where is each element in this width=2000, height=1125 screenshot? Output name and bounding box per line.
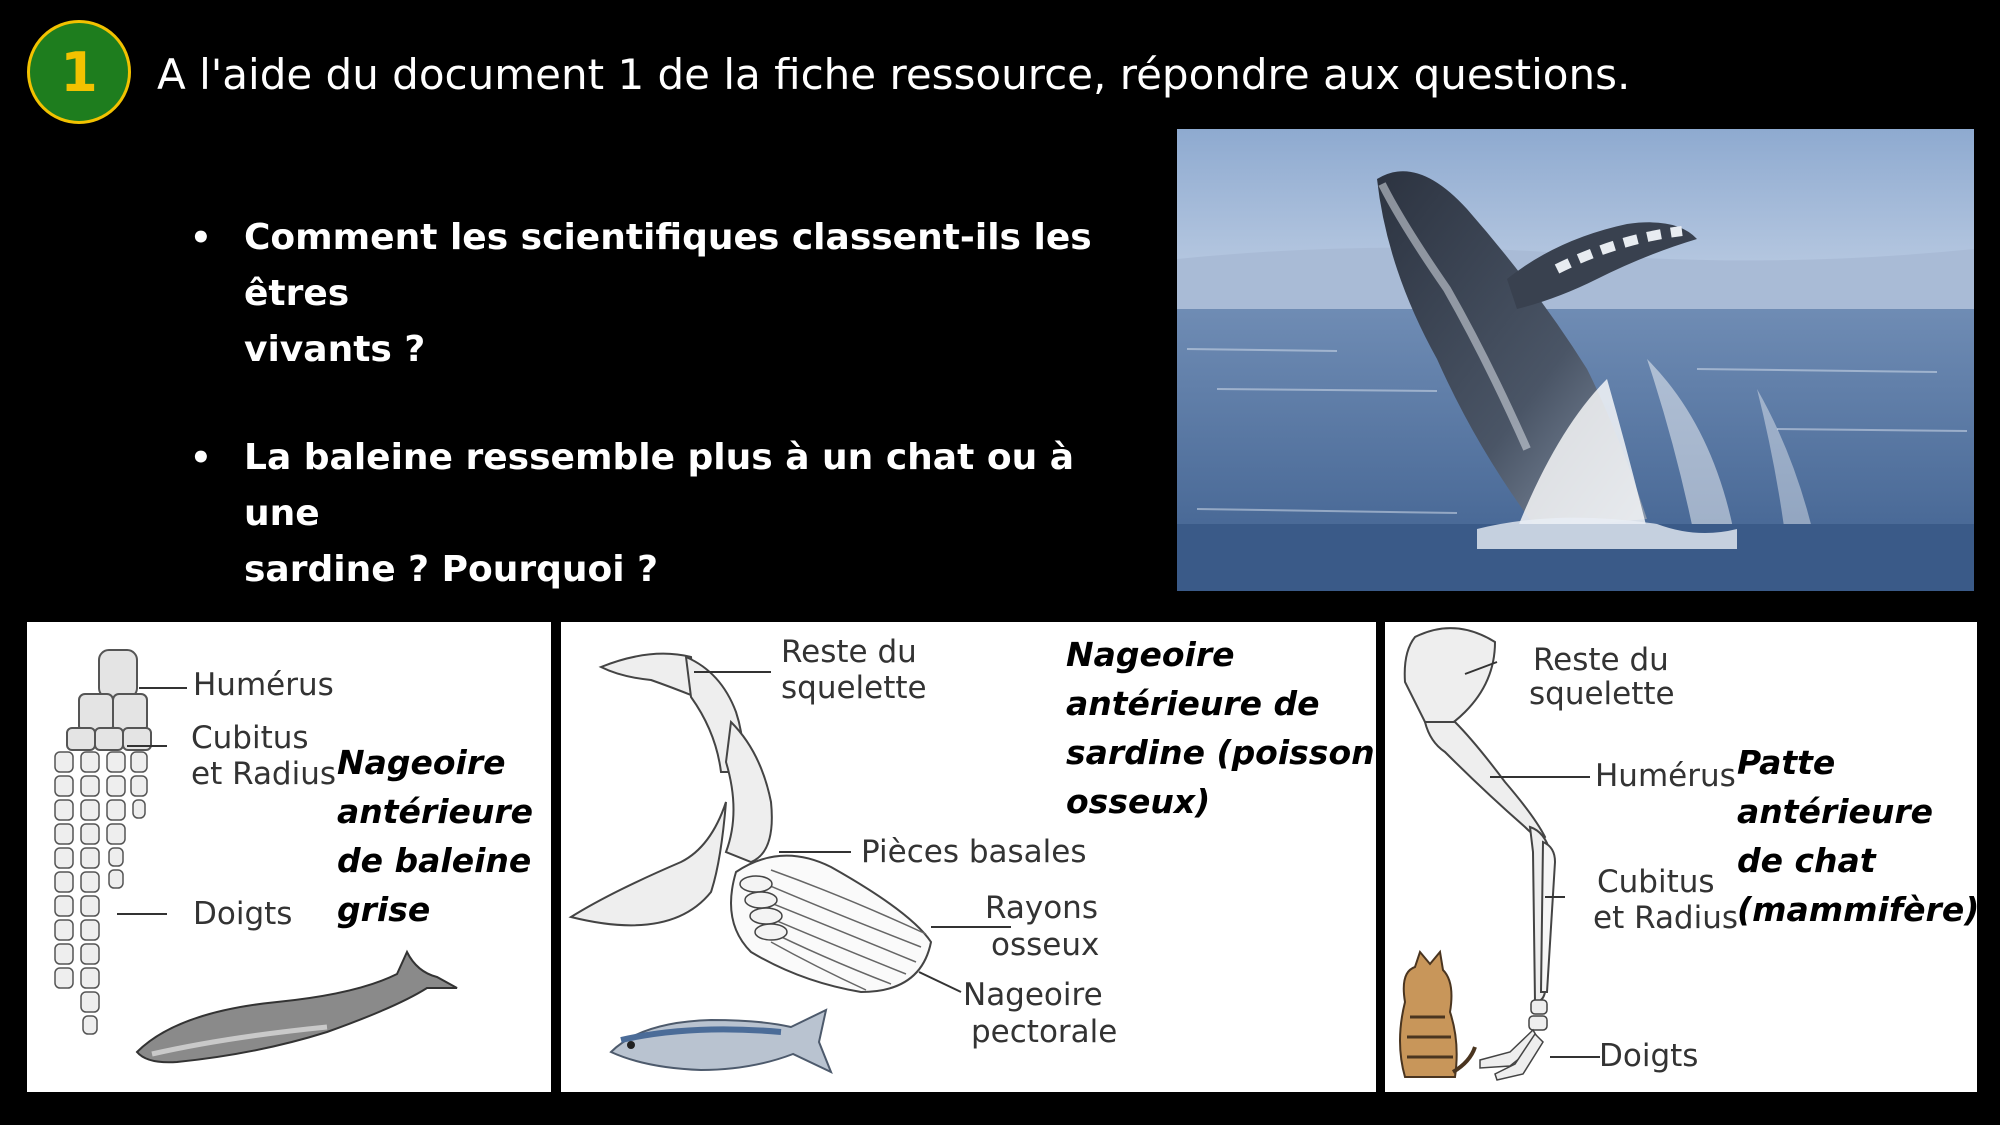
caption-line-1: Nageoire: [337, 743, 506, 782]
label-pieces-basales: Pièces basales: [861, 834, 1087, 870]
step-number: 1: [60, 40, 98, 104]
caption-line-1: Patte: [1737, 743, 1836, 782]
caption-line-4: (mammifère): [1737, 890, 1977, 929]
label-reste: Reste du: [1533, 642, 1669, 678]
humpback-whale-photo: [1177, 129, 1974, 591]
bullet: •: [190, 438, 212, 478]
label-doigts: Doigts: [193, 896, 293, 932]
cat-icon: [1399, 949, 1477, 1078]
label-squelette: squelette: [1529, 676, 1675, 712]
sardine-icon: [609, 1008, 833, 1074]
question-1-line-2: vivants ?: [244, 329, 426, 370]
label-pectorale: pectorale: [971, 1014, 1118, 1050]
instruction-title: A l'aide du document 1 de la fiche resso…: [157, 50, 1631, 99]
caption-line-3: de baleine: [337, 841, 532, 880]
caption-line-4: grise: [337, 890, 431, 929]
question-1-line-1: Comment les scientifiques classent-ils l…: [244, 217, 1092, 314]
cat-leg-diagram: [1399, 627, 1600, 1081]
question-2-line-2: sardine ? Pourquoi ?: [244, 549, 658, 590]
question-2-line-1: La baleine ressemble plus à un chat ou à…: [244, 437, 1075, 534]
cat-leg-panel: Reste du squelette Humérus Cubitus et Ra…: [1385, 622, 1977, 1092]
label-radius: et Radius: [191, 756, 337, 792]
label-osseux: osseux: [991, 927, 1100, 963]
caption-line-2: antérieure de: [1066, 684, 1320, 723]
label-reste: Reste du: [781, 634, 917, 670]
label-radius: et Radius: [1593, 900, 1739, 936]
gray-whale-fin-panel: Humérus Cubitus et Radius Doigts Nageoir…: [27, 622, 551, 1092]
label-cubitus: Cubitus: [191, 720, 309, 756]
label-humerus: Humérus: [193, 667, 334, 703]
label-rayons: Rayons: [985, 890, 1098, 926]
label-doigts: Doigts: [1599, 1038, 1699, 1074]
caption-line-4: osseux): [1066, 782, 1211, 821]
label-squelette: squelette: [781, 670, 927, 706]
caption-line-2: antérieure: [1737, 792, 1934, 831]
caption-line-3: sardine (poisson: [1066, 733, 1375, 772]
label-nageoire: Nageoire: [963, 977, 1103, 1013]
caption-line-3: de chat: [1737, 841, 1876, 880]
sardine-fin-panel: Reste du squelette Pièces basales Rayons…: [561, 622, 1376, 1092]
bullet: •: [190, 218, 212, 258]
caption-line-1: Nageoire: [1066, 635, 1235, 674]
label-humerus: Humérus: [1595, 758, 1736, 794]
caption-line-2: antérieure: [337, 792, 534, 831]
label-cubitus: Cubitus: [1597, 864, 1715, 900]
step-number-badge: 1: [27, 20, 131, 124]
